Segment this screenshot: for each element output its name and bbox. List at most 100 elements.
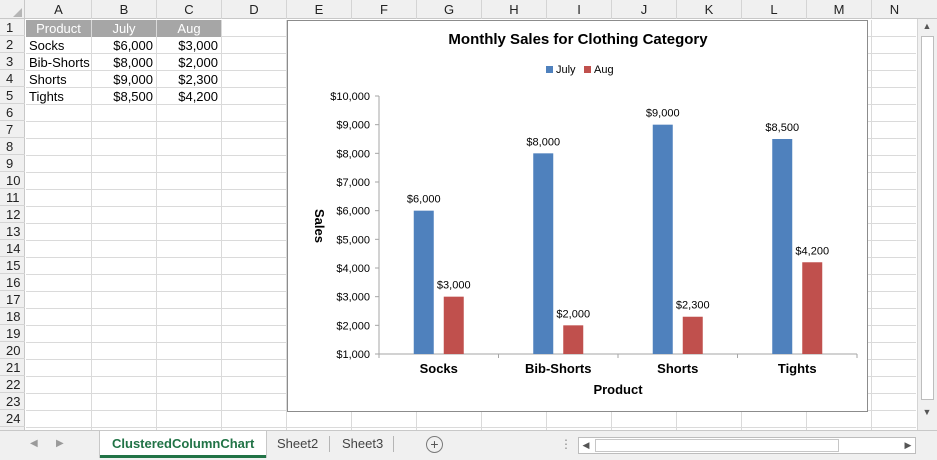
row-header-20[interactable]: 20 [0, 342, 25, 359]
horizontal-scroll-thumb[interactable] [595, 439, 839, 452]
row-header-9[interactable]: 9 [0, 155, 25, 172]
row-header-7[interactable]: 7 [0, 121, 25, 138]
select-all-corner[interactable] [0, 0, 25, 19]
column-header-g[interactable]: G [417, 0, 482, 19]
cell-july-4[interactable]: $8,500 [92, 88, 156, 105]
legend-swatch-aug [584, 66, 591, 73]
data-label-july-bib-shorts: $8,000 [526, 136, 560, 148]
column-header-d[interactable]: D [222, 0, 287, 19]
row-header-21[interactable]: 21 [0, 359, 25, 376]
row-header-12[interactable]: 12 [0, 206, 25, 223]
data-label-aug-tights: $4,200 [795, 245, 829, 257]
row-header-4[interactable]: 4 [0, 70, 25, 87]
scroll-down-icon[interactable]: ▼ [919, 407, 935, 417]
y-tick-label-7000: $7,000 [336, 177, 370, 189]
bar-july-socks [413, 210, 434, 354]
chart-legend: July Aug [546, 64, 614, 76]
x-axis-title: Product [593, 382, 643, 397]
select-all-triangle-icon [13, 8, 22, 17]
tab-clusteredcolumnchart[interactable]: ClusteredColumnChart [100, 431, 267, 458]
header-cell-aug[interactable]: Aug [157, 20, 221, 37]
row-header-13[interactable]: 13 [0, 223, 25, 240]
header-cell-july[interactable]: July [92, 20, 156, 37]
column-header-h[interactable]: H [482, 0, 547, 19]
row-header-23[interactable]: 23 [0, 393, 25, 410]
cell-product-4[interactable]: Tights [26, 88, 91, 105]
vertical-scroll-thumb[interactable] [921, 36, 934, 400]
scroll-right-icon[interactable]: ▶ [901, 440, 915, 451]
y-tick-label-10000: $10,000 [330, 91, 370, 103]
row-header-6[interactable]: 6 [0, 104, 25, 121]
bar-aug-bib-shorts [563, 325, 584, 354]
data-label-july-shorts: $9,000 [646, 108, 680, 120]
cell-july-3[interactable]: $9,000 [92, 71, 156, 88]
column-header-i[interactable]: I [547, 0, 612, 19]
row-header-bar: 1 2 3 4 5 6 7 8 9 10 11 12 13 14 15 16 17 18 19 20 21 22 23 24 [0, 19, 25, 430]
row-header-15[interactable]: 15 [0, 257, 25, 274]
bar-aug-socks [443, 296, 464, 354]
column-header-f[interactable]: F [352, 0, 417, 19]
cell-product-2[interactable]: Bib-Shorts [26, 54, 91, 71]
column-header-k[interactable]: K [677, 0, 742, 19]
column-header-n[interactable]: N [872, 0, 917, 19]
row-header-17[interactable]: 17 [0, 291, 25, 308]
more-options-icon[interactable]: ⋮ [560, 437, 572, 451]
row-header-8[interactable]: 8 [0, 138, 25, 155]
legend-swatch-july [546, 66, 553, 73]
column-header-a[interactable]: A [26, 0, 92, 19]
tab-sheet3[interactable]: Sheet3 [330, 431, 395, 457]
cell-aug-4[interactable]: $4,200 [157, 88, 221, 105]
cell-july-2[interactable]: $8,000 [92, 54, 156, 71]
y-tick-label-8000: $8,000 [336, 148, 370, 160]
column-header-j[interactable]: J [612, 0, 677, 19]
add-sheet-button[interactable]: + [426, 436, 443, 453]
data-label-aug-socks: $3,000 [437, 280, 471, 292]
cell-aug-3[interactable]: $2,300 [157, 71, 221, 88]
row-header-14[interactable]: 14 [0, 240, 25, 257]
cell-aug-2[interactable]: $2,000 [157, 54, 221, 71]
data-label-july-socks: $6,000 [407, 194, 441, 206]
bar-july-bib-shorts [533, 153, 554, 354]
column-header-e[interactable]: E [287, 0, 352, 19]
clustered-column-chart[interactable]: Monthly Sales for Clothing Category July… [287, 20, 868, 412]
y-axis-title: Sales [312, 209, 327, 243]
y-tick-label-1000: $1,000 [336, 349, 370, 361]
scroll-left-icon[interactable]: ◀ [579, 440, 593, 451]
tab-sheet2[interactable]: Sheet2 [265, 431, 330, 457]
prev-sheet-icon[interactable]: ◀ [30, 438, 38, 449]
chart-bars: $6,000 $3,000 $8,000 $2,000 $9,000 $2,300 $8,5… [407, 108, 829, 355]
row-header-18[interactable]: 18 [0, 308, 25, 325]
column-header-c[interactable]: C [157, 0, 222, 19]
legend-label-aug: Aug [594, 64, 614, 76]
row-header-19[interactable]: 19 [0, 325, 25, 342]
column-header-b[interactable]: B [92, 0, 157, 19]
row-header-1[interactable]: 1 [0, 19, 25, 36]
row-header-10[interactable]: 10 [0, 172, 25, 189]
chart-canvas: Monthly Sales for Clothing Category July… [312, 31, 858, 397]
column-header-bar: A B C D E F G H I J K L M N [0, 0, 937, 19]
row-header-16[interactable]: 16 [0, 274, 25, 291]
vertical-scrollbar[interactable]: ▲ ▼ [917, 19, 937, 430]
row-header-11[interactable]: 11 [0, 189, 25, 206]
cell-product-1[interactable]: Socks [26, 37, 91, 54]
x-tick-label-tights: Tights [778, 361, 817, 376]
y-tick-label-9000: $9,000 [336, 120, 370, 132]
cell-july-1[interactable]: $6,000 [92, 37, 156, 54]
cell-aug-1[interactable]: $3,000 [157, 37, 221, 54]
row-header-5[interactable]: 5 [0, 87, 25, 104]
row-header-2[interactable]: 2 [0, 36, 25, 53]
y-tick-label-6000: $6,000 [336, 206, 370, 218]
row-header-24[interactable]: 24 [0, 410, 25, 427]
legend-label-july: July [556, 64, 576, 76]
chart-title: Monthly Sales for Clothing Category [448, 31, 708, 48]
scroll-up-icon[interactable]: ▲ [919, 21, 935, 31]
column-header-l[interactable]: L [742, 0, 807, 19]
header-cell-product[interactable]: Product [26, 20, 91, 37]
next-sheet-icon[interactable]: ▶ [56, 438, 64, 449]
row-header-22[interactable]: 22 [0, 376, 25, 393]
row-header-3[interactable]: 3 [0, 53, 25, 70]
column-header-m[interactable]: M [807, 0, 872, 19]
y-tick-label-5000: $5,000 [336, 234, 370, 246]
cell-product-3[interactable]: Shorts [26, 71, 91, 88]
horizontal-scrollbar[interactable]: ◀ ▶ [578, 437, 916, 454]
